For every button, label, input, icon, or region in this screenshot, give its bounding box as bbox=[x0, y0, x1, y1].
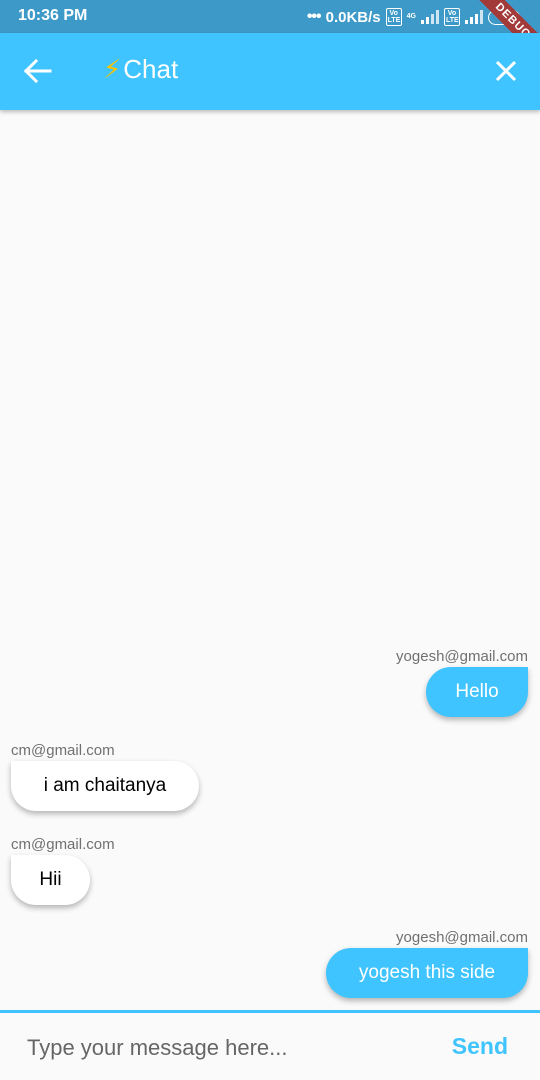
network-type: 4G bbox=[406, 13, 416, 20]
signal-icon-2 bbox=[465, 10, 483, 24]
volte-icon-2: Vo LTE bbox=[444, 8, 460, 26]
status-bar: 10:36 PM ••• 0.0KB/s Vo LTE 4G Vo LTE 78… bbox=[0, 0, 540, 67]
message-bubble[interactable]: Hii bbox=[11, 855, 90, 905]
message-item: yogesh@gmail.com Hello bbox=[396, 648, 528, 717]
message-list[interactable]: yogesh@gmail.com Hello cm@gmail.com i am… bbox=[0, 110, 540, 1010]
message-bubble[interactable]: Hello bbox=[426, 667, 528, 717]
message-item: yogesh@gmail.com yogesh this side bbox=[326, 929, 528, 998]
message-item: cm@gmail.com i am chaitanya bbox=[11, 742, 199, 811]
page-title: Chat bbox=[123, 54, 179, 84]
message-sender: yogesh@gmail.com bbox=[396, 648, 528, 665]
message-sender: cm@gmail.com bbox=[11, 836, 115, 853]
app-bar: ⚡ Chat bbox=[0, 33, 540, 110]
back-button[interactable] bbox=[22, 57, 54, 85]
close-icon bbox=[495, 60, 517, 82]
message-bubble[interactable]: i am chaitanya bbox=[11, 761, 199, 811]
message-composer: Send bbox=[0, 1010, 540, 1080]
status-time: 10:36 PM bbox=[18, 7, 88, 24]
close-button[interactable] bbox=[494, 59, 518, 83]
lightning-icon: ⚡ bbox=[103, 54, 122, 84]
volte-icon: Vo LTE bbox=[385, 8, 402, 26]
send-button[interactable]: Send bbox=[452, 1033, 508, 1060]
arrow-left-icon bbox=[23, 58, 52, 84]
message-sender: yogesh@gmail.com bbox=[396, 929, 528, 946]
message-sender: cm@gmail.com bbox=[11, 742, 115, 759]
more-dots-icon: ••• bbox=[306, 8, 322, 25]
signal-icon bbox=[421, 10, 439, 24]
message-input[interactable] bbox=[27, 1031, 407, 1065]
status-indicators: ••• 0.0KB/s Vo LTE 4G Vo LTE 78 bbox=[307, 7, 520, 27]
message-item: cm@gmail.com Hii bbox=[11, 836, 115, 905]
net-speed: 0.0KB/s bbox=[325, 8, 381, 26]
message-bubble[interactable]: yogesh this side bbox=[326, 948, 528, 998]
page-title-group: ⚡ Chat bbox=[103, 54, 178, 85]
